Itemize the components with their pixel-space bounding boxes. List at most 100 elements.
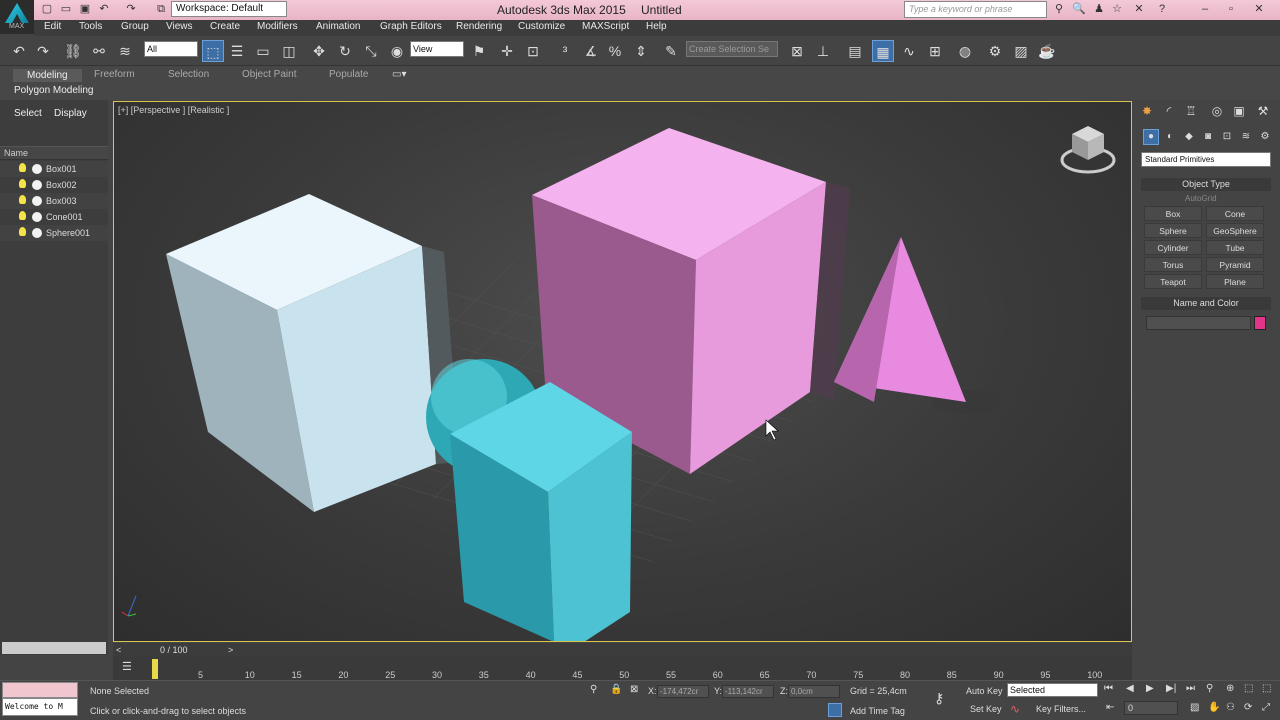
set-key-icon[interactable]: ⚷	[934, 690, 944, 707]
walk-through-icon[interactable]: ⚇	[1226, 702, 1235, 713]
menu-modifiers[interactable]: Modifiers	[257, 21, 298, 32]
explorer-tab-display[interactable]: Display	[54, 108, 87, 119]
ribbon-tab-populate[interactable]: Populate	[329, 69, 368, 80]
redo-tool-icon[interactable]: ↷	[32, 40, 54, 62]
pivot-icon[interactable]: ⚑	[468, 40, 490, 62]
object-name-field[interactable]	[1146, 316, 1251, 330]
light-bulb-icon[interactable]	[19, 211, 26, 220]
space-warps-icon[interactable]: ≋	[1238, 129, 1254, 145]
select-object-icon[interactable]: ⬚	[202, 40, 224, 62]
z-coordinate-field[interactable]: 0,0cm	[788, 685, 840, 698]
orbit-icon[interactable]: ⟳	[1244, 702, 1252, 713]
mini-curve-editor-icon[interactable]: ☰	[122, 660, 132, 673]
freeze-icon[interactable]	[32, 180, 42, 190]
go-to-start-icon[interactable]: ⏮	[1104, 683, 1113, 694]
maximize-viewport-icon[interactable]: ⤢	[1262, 702, 1270, 713]
menu-group[interactable]: Group	[121, 21, 149, 32]
percent-snap-icon[interactable]: %	[604, 40, 626, 62]
ribbon-tab-object-paint[interactable]: Object Paint	[242, 69, 296, 80]
ribbon-tab-selection[interactable]: Selection	[168, 69, 209, 80]
render-teapot-icon[interactable]: ☕	[1036, 40, 1058, 62]
align-icon[interactable]: ⊥	[812, 40, 834, 62]
systems-icon[interactable]: ⚙	[1257, 129, 1273, 145]
isolate-selection-icon[interactable]: ⚲	[590, 684, 597, 695]
hierarchy-panel-icon[interactable]: ♖	[1182, 102, 1200, 120]
sphere-button[interactable]: Sphere	[1144, 223, 1202, 238]
app-menu-button[interactable]: MAX	[0, 0, 34, 34]
search-input[interactable]: Type a keyword or phrase	[904, 1, 1047, 18]
key-mode-dropdown[interactable]: Selected	[1007, 683, 1098, 697]
list-item[interactable]: Cone001	[0, 209, 108, 225]
snaps-toggle-icon[interactable]: ³	[554, 40, 576, 62]
box-button[interactable]: Box	[1144, 206, 1202, 221]
field-of-view-icon[interactable]: ▧	[1190, 702, 1199, 713]
zoom-icon[interactable]: ⚲	[1206, 683, 1213, 694]
lights-icon[interactable]: ◆	[1181, 129, 1197, 145]
pyramid-button[interactable]: Pyramid	[1206, 257, 1264, 272]
bind-space-warp-icon[interactable]: ≋	[114, 40, 136, 62]
minimize-icon[interactable]: –	[1192, 1, 1218, 18]
freeze-icon[interactable]	[32, 164, 42, 174]
primitive-category-dropdown[interactable]: Standard Primitives	[1141, 152, 1271, 167]
edit-named-selection-icon[interactable]: ✎	[660, 40, 682, 62]
render-setup-icon[interactable]: ⚙	[984, 40, 1006, 62]
go-to-end-icon[interactable]: ⏭	[1186, 683, 1195, 694]
set-key-button[interactable]: Set Key	[970, 704, 1002, 714]
curve-editor-icon[interactable]: ∿	[898, 40, 920, 62]
rectangular-selection-icon[interactable]: ▭	[252, 40, 274, 62]
zoom-extents-all-icon[interactable]: ⬚	[1262, 683, 1271, 694]
reference-coordinate-dropdown[interactable]: View	[410, 41, 464, 57]
select-by-name-icon[interactable]: ☰	[226, 40, 248, 62]
freeze-icon[interactable]	[32, 212, 42, 222]
menu-edit[interactable]: Edit	[44, 21, 61, 32]
menu-help[interactable]: Help	[646, 21, 667, 32]
key-filters-button[interactable]: Key Filters...	[1036, 704, 1086, 714]
create-panel-icon[interactable]: ✸	[1138, 102, 1156, 120]
angle-snap-icon[interactable]: ∡	[580, 40, 602, 62]
schematic-view-icon[interactable]: ⊞	[924, 40, 946, 62]
close-icon[interactable]: ✕	[1246, 1, 1272, 18]
light-bulb-icon[interactable]	[19, 227, 26, 236]
selection-filter-dropdown[interactable]: All	[144, 41, 198, 57]
scale-icon[interactable]: ⤡	[360, 40, 382, 62]
workspace-dropdown[interactable]: Workspace: Default	[171, 1, 287, 17]
tube-button[interactable]: Tube	[1206, 240, 1264, 255]
redo-icon[interactable]: ↷	[124, 2, 138, 16]
explorer-tab-select[interactable]: Select	[14, 108, 42, 119]
layer-explorer-icon[interactable]: ▤	[844, 40, 866, 62]
maxscript-listener[interactable]: Welcome to M	[2, 698, 78, 716]
list-item[interactable]: Box001	[0, 161, 108, 177]
menu-customize[interactable]: Customize	[518, 21, 565, 32]
explorer-scrollbar[interactable]	[2, 642, 106, 654]
menu-animation[interactable]: Animation	[316, 21, 360, 32]
light-bulb-icon[interactable]	[19, 195, 26, 204]
unlink-icon[interactable]: ⚯	[88, 40, 110, 62]
name-column-header[interactable]: Name	[0, 146, 108, 160]
named-selection-dropdown[interactable]: Create Selection Se	[686, 41, 778, 57]
subscription-icon[interactable]: ♟	[1092, 2, 1106, 16]
cone-button[interactable]: Cone	[1206, 206, 1264, 221]
binoculars-icon[interactable]: ⚲	[1052, 2, 1066, 16]
ribbon-options-icon[interactable]: ▭▾	[392, 69, 406, 80]
perspective-viewport[interactable]	[113, 101, 1132, 642]
maxscript-listener-pink[interactable]	[2, 682, 78, 698]
spinner-snap-icon[interactable]: ⇕	[630, 40, 652, 62]
menu-tools[interactable]: Tools	[79, 21, 102, 32]
viewcube[interactable]	[1060, 126, 1116, 174]
keyboard-shortcut-icon[interactable]: ⊡	[522, 40, 544, 62]
window-crossing-icon[interactable]: ◫	[278, 40, 300, 62]
list-item[interactable]: Sphere001	[0, 225, 108, 241]
viewport-label[interactable]: [+] [Perspective ] [Realistic ]	[118, 105, 229, 115]
place-icon[interactable]: ◉	[386, 40, 408, 62]
scene-explorer-icon[interactable]: ▦	[872, 40, 894, 62]
favorites-star-icon[interactable]: ☆	[1110, 2, 1124, 16]
save-file-icon[interactable]: ▣	[78, 2, 92, 16]
geosphere-button[interactable]: GeoSphere	[1206, 223, 1264, 238]
material-editor-icon[interactable]: ◍	[954, 40, 976, 62]
absolute-mode-icon[interactable]: ⊠	[630, 684, 638, 695]
geometry-icon[interactable]: ●	[1143, 129, 1159, 145]
search-icon[interactable]: 🔍	[1072, 2, 1086, 16]
project-folder-icon[interactable]: ⧉	[154, 2, 168, 16]
name-and-color-rollout[interactable]: Name and Color	[1141, 297, 1271, 310]
cylinder-button[interactable]: Cylinder	[1144, 240, 1202, 255]
